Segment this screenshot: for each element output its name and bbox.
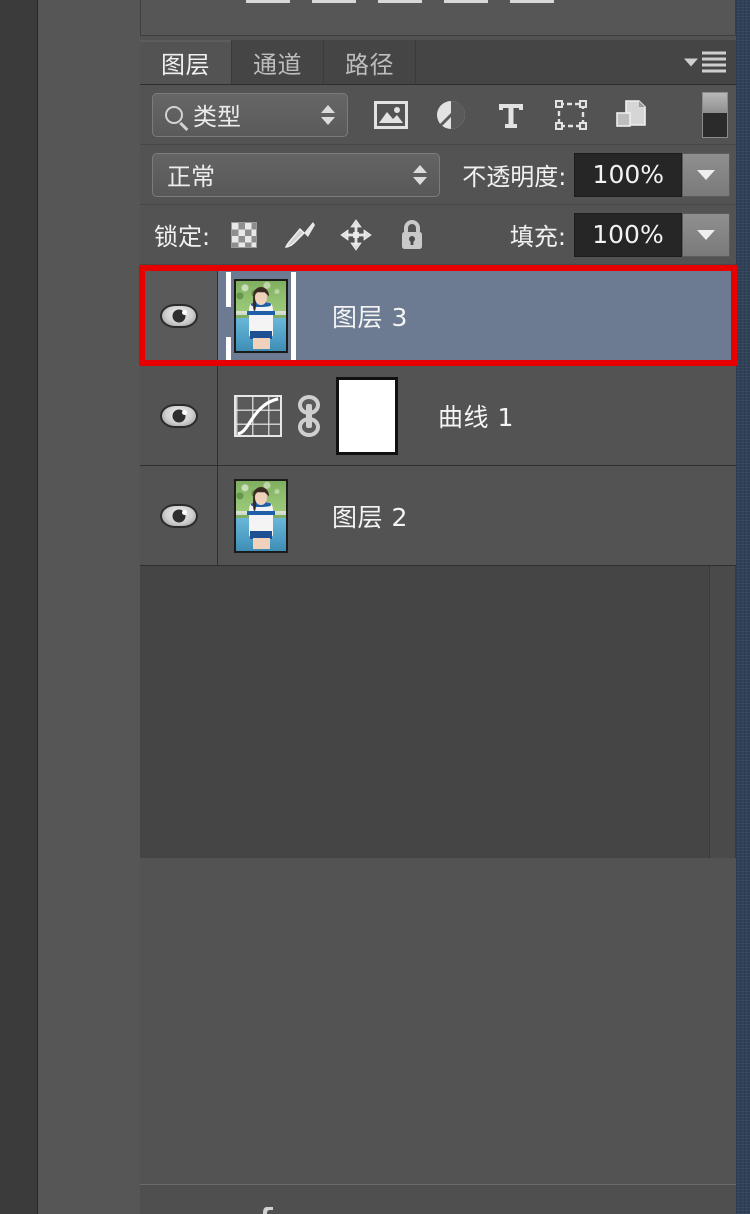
- layer-content: 图层 3: [218, 266, 736, 365]
- add-layer-mask-button[interactable]: [335, 1203, 369, 1214]
- filter-pixel-icon[interactable]: [374, 98, 408, 132]
- preset-chip[interactable]: [246, 0, 290, 3]
- curves-adjustment-icon[interactable]: [234, 394, 282, 437]
- eye-icon: [159, 503, 198, 528]
- blend-mode-value: 正常: [167, 163, 215, 191]
- new-group-button[interactable]: [507, 1203, 541, 1214]
- lock-all-icon[interactable]: [396, 219, 428, 251]
- opacity-dropdown-button[interactable]: [682, 152, 730, 197]
- canvas-edge-sliver: [736, 0, 750, 1214]
- photoshop-layers-panel-screenshot: 图层 通道 路径 类型 正常 不透明度: 100% 锁定: 填充: 100% 图…: [0, 0, 750, 1214]
- vertical-scrollbar[interactable]: [709, 566, 735, 858]
- new-adjustment-layer-button[interactable]: [421, 1203, 455, 1214]
- blend-mode-select[interactable]: 正常: [152, 152, 441, 197]
- layer-name[interactable]: 图层 2: [332, 498, 408, 534]
- layer-thumbnail-wrap[interactable]: [226, 278, 296, 353]
- filter-kind-select[interactable]: 类型: [152, 92, 348, 137]
- tab-channels-label: 通道: [253, 50, 302, 79]
- chevron-updown-icon: [413, 164, 428, 185]
- workspace-left-gap: [39, 0, 140, 1214]
- photo-girl-thumbnail: [234, 478, 288, 553]
- filter-enable-toggle[interactable]: [702, 91, 728, 138]
- tab-layers[interactable]: 图层: [140, 40, 232, 84]
- table-row[interactable]: 图层 2: [140, 466, 736, 566]
- layers-panel: 图层 通道 路径 类型 正常 不透明度: 100% 锁定: 填充: 100% 图…: [139, 40, 737, 1214]
- opacity-label: 不透明度:: [462, 163, 567, 191]
- layer-content: 图层 2: [218, 466, 736, 565]
- layer-visibility-toggle[interactable]: [140, 466, 218, 565]
- layer-name[interactable]: 曲线 1: [438, 398, 514, 434]
- layer-thumbnail-wrap[interactable]: [234, 478, 288, 553]
- table-row[interactable]: 图层 3: [139, 265, 737, 366]
- lock-transparent-pixels-icon[interactable]: [228, 219, 260, 251]
- preset-chip[interactable]: [444, 0, 488, 3]
- opacity-value[interactable]: 100%: [574, 152, 683, 197]
- filter-shape-icon[interactable]: [554, 98, 588, 132]
- layer-content: 曲线 1: [218, 366, 736, 465]
- hamburger-icon: [702, 51, 726, 73]
- filter-icon-group: [374, 98, 648, 132]
- filter-adjustment-icon[interactable]: [434, 98, 468, 132]
- tab-layers-label: 图层: [161, 50, 210, 79]
- layer-filter-row: 类型: [140, 85, 736, 145]
- layer-style-fx-button[interactable]: [249, 1203, 283, 1214]
- workspace-left-rail: [0, 0, 38, 1214]
- white-layer-mask[interactable]: [336, 376, 398, 455]
- layers-panel-bottom-toolbar: [140, 1184, 736, 1214]
- layer-list-empty-area: [140, 566, 736, 858]
- link-mask-icon[interactable]: [296, 394, 322, 437]
- tab-paths-label: 路径: [345, 50, 394, 79]
- tab-paths[interactable]: 路径: [324, 40, 416, 84]
- tab-channels[interactable]: 通道: [232, 40, 324, 84]
- layer-visibility-toggle[interactable]: [140, 366, 218, 465]
- adjustments-panel-cropped: [140, 0, 736, 36]
- search-icon: [165, 105, 183, 124]
- fill-value[interactable]: 100%: [574, 212, 682, 257]
- link-layers-button[interactable]: [163, 1203, 197, 1214]
- fill-label: 填充:: [509, 223, 566, 251]
- panel-menu-icon[interactable]: [684, 51, 726, 73]
- table-row[interactable]: 曲线 1: [140, 366, 736, 466]
- filter-kind-label: 类型: [193, 103, 241, 131]
- photo-girl-thumbnail: [234, 278, 288, 353]
- delete-layer-button[interactable]: [679, 1203, 713, 1214]
- eye-icon: [159, 403, 198, 428]
- filter-smartobject-icon[interactable]: [614, 98, 648, 132]
- preset-chip[interactable]: [378, 0, 422, 3]
- chevron-down-icon: [697, 169, 716, 180]
- lock-icon-group: [228, 218, 428, 251]
- chevron-updown-icon: [321, 104, 335, 125]
- chevron-down-icon: [684, 58, 698, 66]
- eye-icon: [159, 303, 198, 328]
- adjustment-preset-chips: [246, 0, 554, 3]
- preset-chip[interactable]: [312, 0, 356, 3]
- layer-name[interactable]: 图层 3: [332, 298, 408, 334]
- lock-row: 锁定: 填充: 100%: [140, 205, 736, 265]
- blend-mode-row: 正常 不透明度: 100%: [140, 145, 736, 205]
- filter-type-icon[interactable]: [494, 98, 528, 132]
- lock-label: 锁定:: [154, 223, 211, 251]
- lock-image-pixels-icon[interactable]: [284, 219, 316, 251]
- fill-dropdown-button[interactable]: [682, 212, 730, 257]
- lock-position-icon[interactable]: [340, 218, 372, 251]
- layer-list: 图层 3 曲线 1 图层 2: [139, 265, 737, 858]
- panel-tab-bar: 图层 通道 路径: [140, 40, 736, 85]
- layer-visibility-toggle[interactable]: [140, 266, 218, 365]
- new-layer-button[interactable]: [593, 1203, 627, 1214]
- preset-chip[interactable]: [510, 0, 554, 3]
- chevron-down-icon: [697, 229, 715, 240]
